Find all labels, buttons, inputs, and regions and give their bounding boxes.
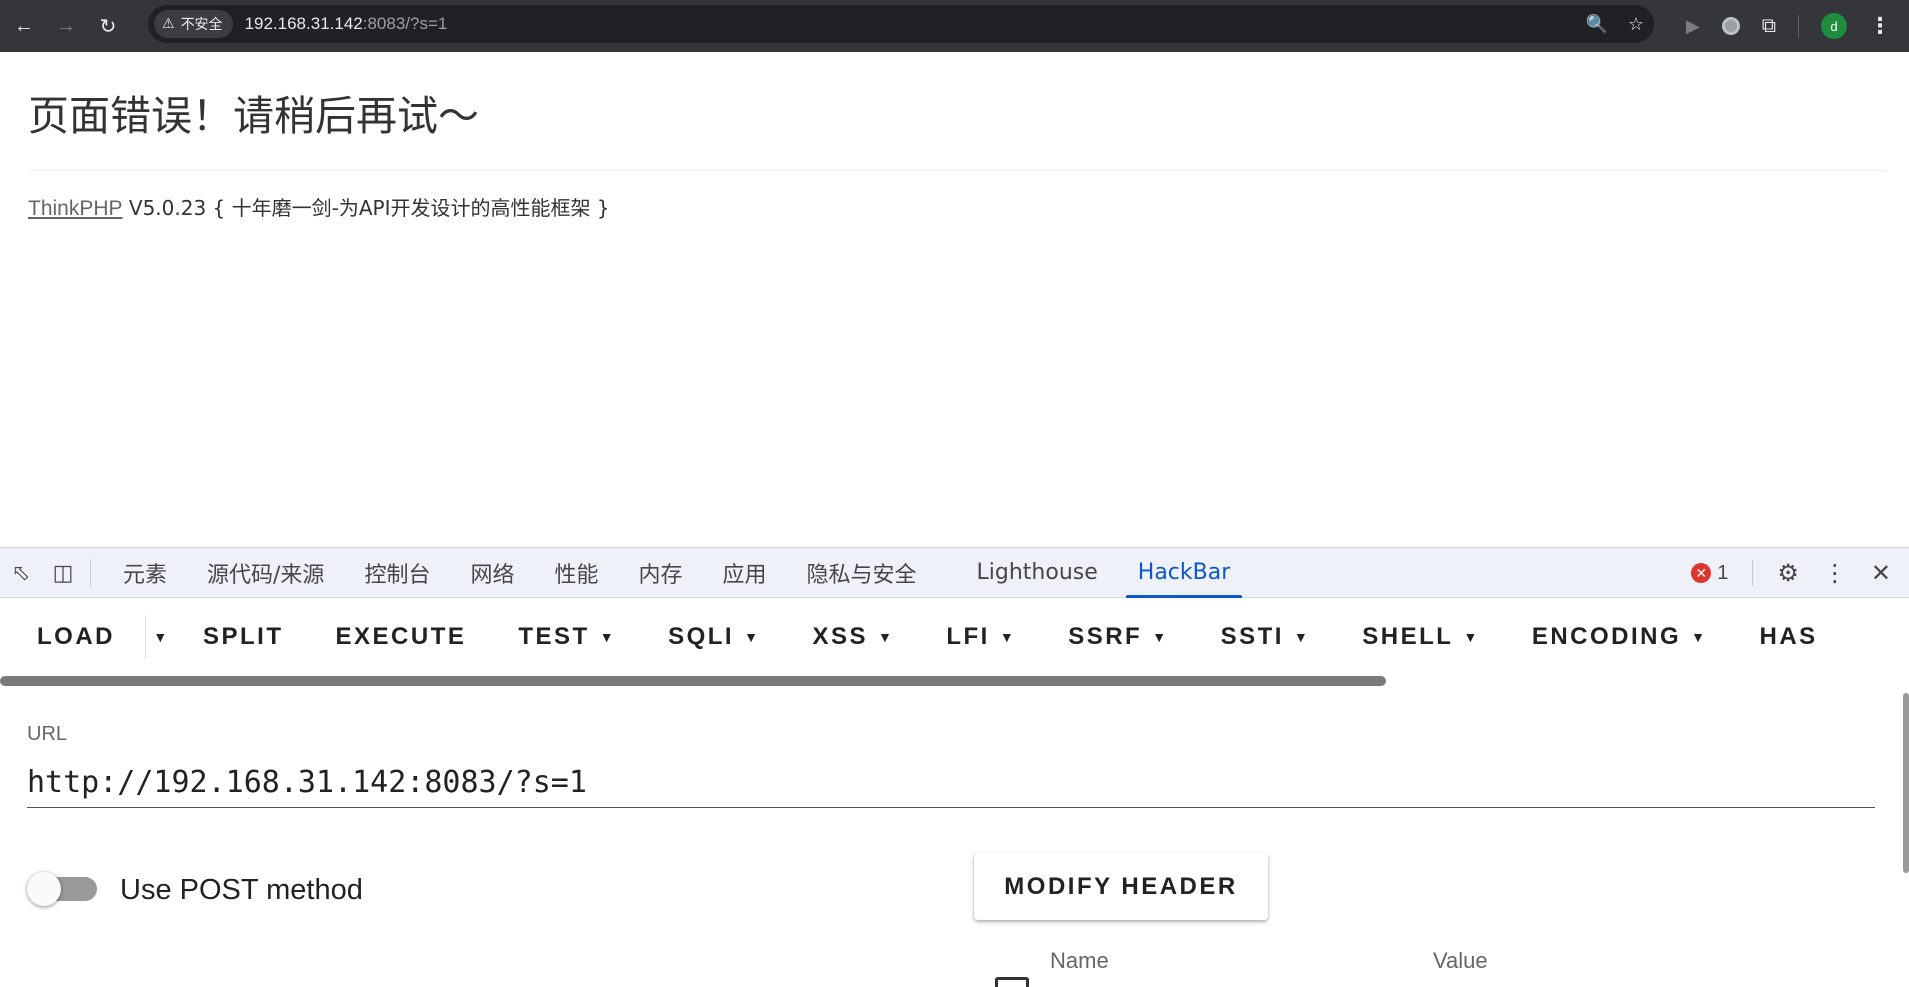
header-name-column: Name	[1050, 948, 1109, 973]
extension-circle-icon[interactable]	[1721, 17, 1740, 35]
toolbar-scrollbar[interactable]	[0, 676, 1386, 686]
load-dropdown-caret[interactable]: ▼	[145, 615, 177, 659]
url-label: URL	[27, 723, 68, 745]
error-counter[interactable]: ✕ 1	[1691, 562, 1728, 585]
bookmark-star-icon[interactable]: ☆	[1628, 14, 1644, 35]
shell-label: SHELL	[1362, 623, 1454, 650]
profile-avatar[interactable]: d	[1821, 13, 1847, 39]
xss-label: XSS	[812, 623, 868, 650]
chevron-down-icon: ▼	[1293, 629, 1311, 645]
error-title: 页面错误！请稍后再试～	[28, 92, 479, 140]
lfi-label: LFI	[946, 623, 990, 650]
divider	[1752, 560, 1754, 586]
extensions-puzzle-icon[interactable]: ⧉	[1762, 15, 1776, 38]
tab-console[interactable]: 控制台	[344, 548, 450, 598]
device-toolbar-icon[interactable]: ◫	[42, 548, 84, 598]
tab-memory[interactable]: 内存	[618, 548, 702, 598]
devtools-panel: ⬁ ◫ 元素 源代码/来源 控制台 网络 性能 内存 应用 隐私与安全 Ligh…	[0, 547, 1909, 987]
hackbar-toolbar: LOAD ▼ SPLIT EXECUTE TEST ▼ SQLI ▼ XSS ▼ LF…	[0, 598, 1909, 676]
address-bar[interactable]: ⚠ 不安全 192.168.31.142:8083/?s=1 🔍 ☆	[148, 5, 1654, 43]
test-label: TEST	[518, 623, 590, 650]
sqli-label: SQLI	[668, 623, 735, 650]
browser-menu-icon[interactable]: ⋮	[1869, 13, 1891, 39]
framework-version: V5.0.23 { 十年磨一剑-为API开发设计的高性能框架 }	[122, 196, 610, 220]
post-method-toggle[interactable]	[27, 870, 99, 906]
chevron-down-icon: ▼	[1691, 629, 1708, 645]
chevron-down-icon: ▼	[999, 629, 1017, 645]
error-icon: ✕	[1691, 563, 1712, 583]
lfi-menu-button[interactable]: LFI ▼	[920, 611, 1042, 663]
header-select-all-checkbox[interactable]	[995, 977, 1029, 987]
error-count: 1	[1717, 561, 1729, 584]
panel-scrollbar[interactable]	[1903, 693, 1909, 873]
ssrf-menu-button[interactable]: SSRF ▼	[1042, 611, 1194, 663]
toolbar-divider	[1798, 15, 1799, 37]
security-chip[interactable]: ⚠ 不安全	[154, 10, 233, 38]
browser-toolbar: ← → ↻ ⚠ 不安全 192.168.31.142:8083/?s=1 🔍 ☆…	[0, 0, 1909, 52]
chevron-down-icon: ▼	[599, 629, 617, 645]
post-method-label: Use POST method	[120, 874, 363, 906]
gear-icon[interactable]: ⚙	[1777, 559, 1799, 588]
tab-application[interactable]: 应用	[703, 548, 787, 598]
chevron-down-icon: ▼	[744, 629, 761, 645]
toggle-knob	[27, 872, 61, 906]
load-button[interactable]: LOAD	[0, 611, 145, 663]
security-label: 不安全	[180, 17, 223, 33]
url-host: 192.168.31.142	[244, 14, 363, 33]
shell-menu-button[interactable]: SHELL ▼	[1336, 611, 1506, 663]
ssti-label: SSTI	[1220, 623, 1284, 650]
chevron-down-icon: ▼	[877, 629, 895, 645]
url-text[interactable]: 192.168.31.142:8083/?s=1	[245, 14, 448, 34]
execute-button[interactable]: EXECUTE	[310, 611, 493, 663]
tab-divider	[90, 558, 91, 587]
thinkphp-link[interactable]: ThinkPHP	[28, 197, 123, 220]
play-extension-icon[interactable]: ▶	[1686, 16, 1700, 37]
header-value-column: Value	[1433, 948, 1488, 973]
encoding-label: ENCODING	[1531, 623, 1682, 650]
tab-network[interactable]: 网络	[450, 548, 534, 598]
url-rest: :8083/?s=1	[362, 14, 448, 33]
xss-menu-button[interactable]: XSS ▼	[786, 611, 920, 663]
close-icon[interactable]: ✕	[1871, 559, 1891, 588]
tab-hackbar[interactable]: HackBar	[1118, 548, 1250, 598]
ssrf-label: SSRF	[1068, 623, 1143, 650]
divider	[28, 170, 1886, 171]
test-menu-button[interactable]: TEST ▼	[492, 611, 642, 663]
page-content: 页面错误！请稍后再试～ ThinkPHP V5.0.23 { 十年磨一剑-为AP…	[0, 52, 1909, 547]
chevron-down-icon: ▼	[1152, 629, 1169, 645]
ssti-menu-button[interactable]: SSTI ▼	[1195, 611, 1337, 663]
inspect-element-icon[interactable]: ⬁	[0, 548, 42, 598]
forward-icon[interactable]: →	[48, 8, 84, 44]
modify-header-button[interactable]: MODIFY HEADER	[974, 853, 1268, 920]
url-input[interactable]	[27, 758, 1875, 808]
zoom-icon[interactable]: 🔍	[1585, 14, 1607, 35]
warning-icon: ⚠	[162, 16, 175, 32]
framework-info: ThinkPHP V5.0.23 { 十年磨一剑-为API开发设计的高性能框架 …	[28, 192, 610, 221]
tab-privacy-security[interactable]: 隐私与安全	[787, 548, 937, 598]
split-button[interactable]: SPLIT	[177, 611, 310, 663]
more-options-icon[interactable]: ⋮	[1823, 559, 1847, 588]
tab-sources[interactable]: 源代码/来源	[187, 548, 344, 598]
encoding-menu-button[interactable]: ENCODING ▼	[1506, 611, 1734, 663]
hashing-menu-button[interactable]: HAS	[1734, 611, 1844, 663]
tab-elements[interactable]: 元素	[103, 548, 187, 598]
devtools-tabbar: ⬁ ◫ 元素 源代码/来源 控制台 网络 性能 内存 应用 隐私与安全 Ligh…	[0, 548, 1909, 598]
back-icon[interactable]: ←	[6, 8, 42, 44]
tab-performance[interactable]: 性能	[534, 548, 618, 598]
tab-lighthouse[interactable]: Lighthouse	[957, 548, 1118, 598]
chevron-down-icon: ▼	[1463, 629, 1480, 645]
reload-icon[interactable]: ↻	[90, 8, 126, 44]
sqli-menu-button[interactable]: SQLI ▼	[642, 611, 786, 663]
chevron-down-icon: ▼	[153, 629, 170, 645]
